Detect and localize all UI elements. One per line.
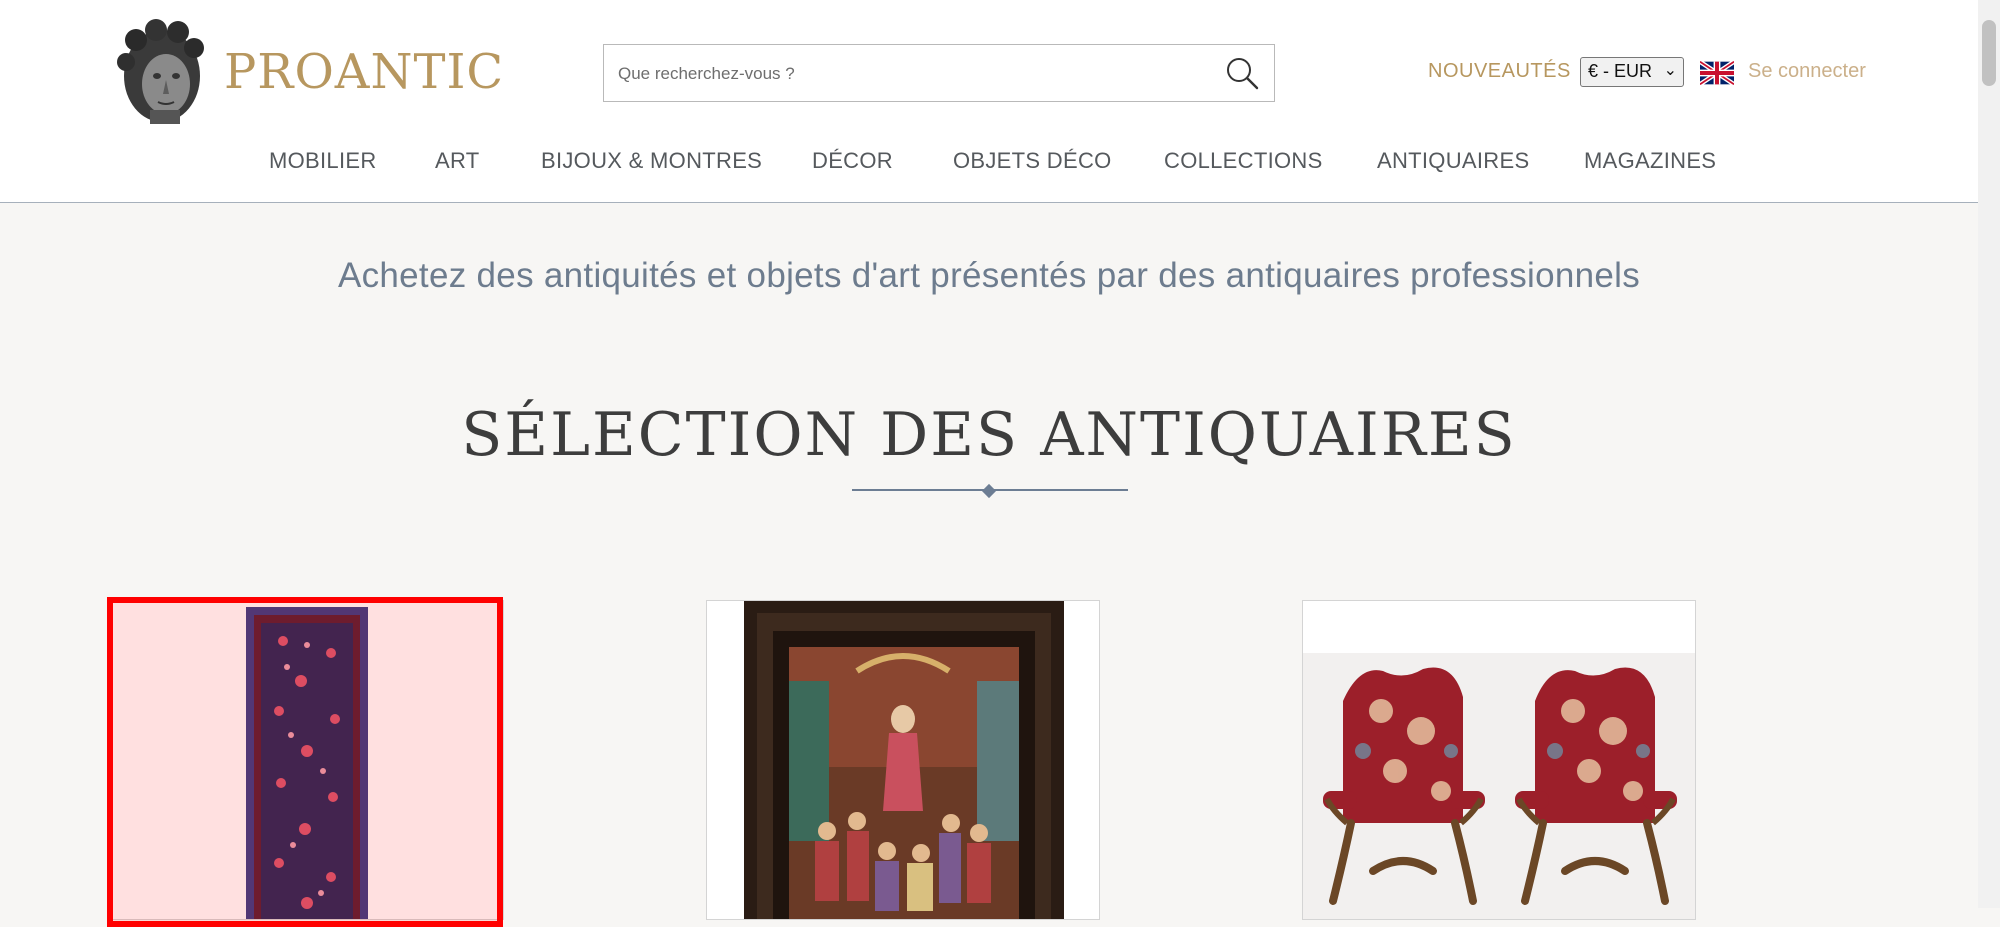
nav-item-decor[interactable]: DÉCOR	[812, 148, 893, 174]
persian-runner-rug-image[interactable]	[111, 601, 504, 920]
nav-item-mobilier[interactable]: MOBILIER	[269, 148, 377, 174]
site-header: PROANTIC NOUVEAUTÉS € - EUR ⌄ Se connect…	[0, 0, 1978, 203]
framed-allegorical-painting-image[interactable]	[707, 601, 1100, 920]
currency-value: € - EUR	[1588, 61, 1653, 81]
search-bar	[603, 44, 1275, 103]
login-link[interactable]: Se connecter	[1748, 60, 1866, 83]
nav-item-bijoux-montres[interactable]: BIJOUX & MONTRES	[541, 148, 762, 174]
statue-head-logo-icon[interactable]	[112, 18, 212, 126]
search-icon[interactable]	[1224, 55, 1260, 91]
page-scrollbar[interactable]	[1978, 0, 2000, 908]
main-nav: MOBILIER ART BIJOUX & MONTRES DÉCOR OBJE…	[0, 148, 1978, 178]
nav-item-collections[interactable]: COLLECTIONS	[1164, 148, 1323, 174]
nav-item-art[interactable]: ART	[435, 148, 480, 174]
search-input[interactable]	[616, 45, 1180, 103]
uk-flag-icon[interactable]	[1700, 61, 1734, 85]
title-divider-diamond	[981, 483, 997, 499]
currency-select[interactable]: € - EUR ⌄	[1580, 57, 1684, 87]
news-link[interactable]: NOUVEAUTÉS	[1428, 60, 1571, 83]
product-card-rug[interactable]	[110, 600, 504, 920]
nav-item-objets-deco[interactable]: OBJETS DÉCO	[953, 148, 1112, 174]
product-card-armchairs[interactable]	[1302, 600, 1696, 920]
nav-item-magazines[interactable]: MAGAZINES	[1584, 148, 1716, 174]
page-tagline: Achetez des antiquités et objets d'art p…	[337, 256, 1641, 295]
chevron-down-icon: ⌄	[1663, 62, 1677, 79]
product-card-painting[interactable]	[706, 600, 1100, 920]
nav-item-antiquaires[interactable]: ANTIQUAIRES	[1377, 148, 1529, 174]
brand-name[interactable]: PROANTIC	[224, 44, 504, 100]
pair-of-upholstered-armchairs-image[interactable]	[1303, 601, 1696, 920]
section-title: SÉLECTION DES ANTIQUAIRES	[461, 400, 1517, 470]
scrollbar-thumb[interactable]	[1982, 20, 1996, 86]
